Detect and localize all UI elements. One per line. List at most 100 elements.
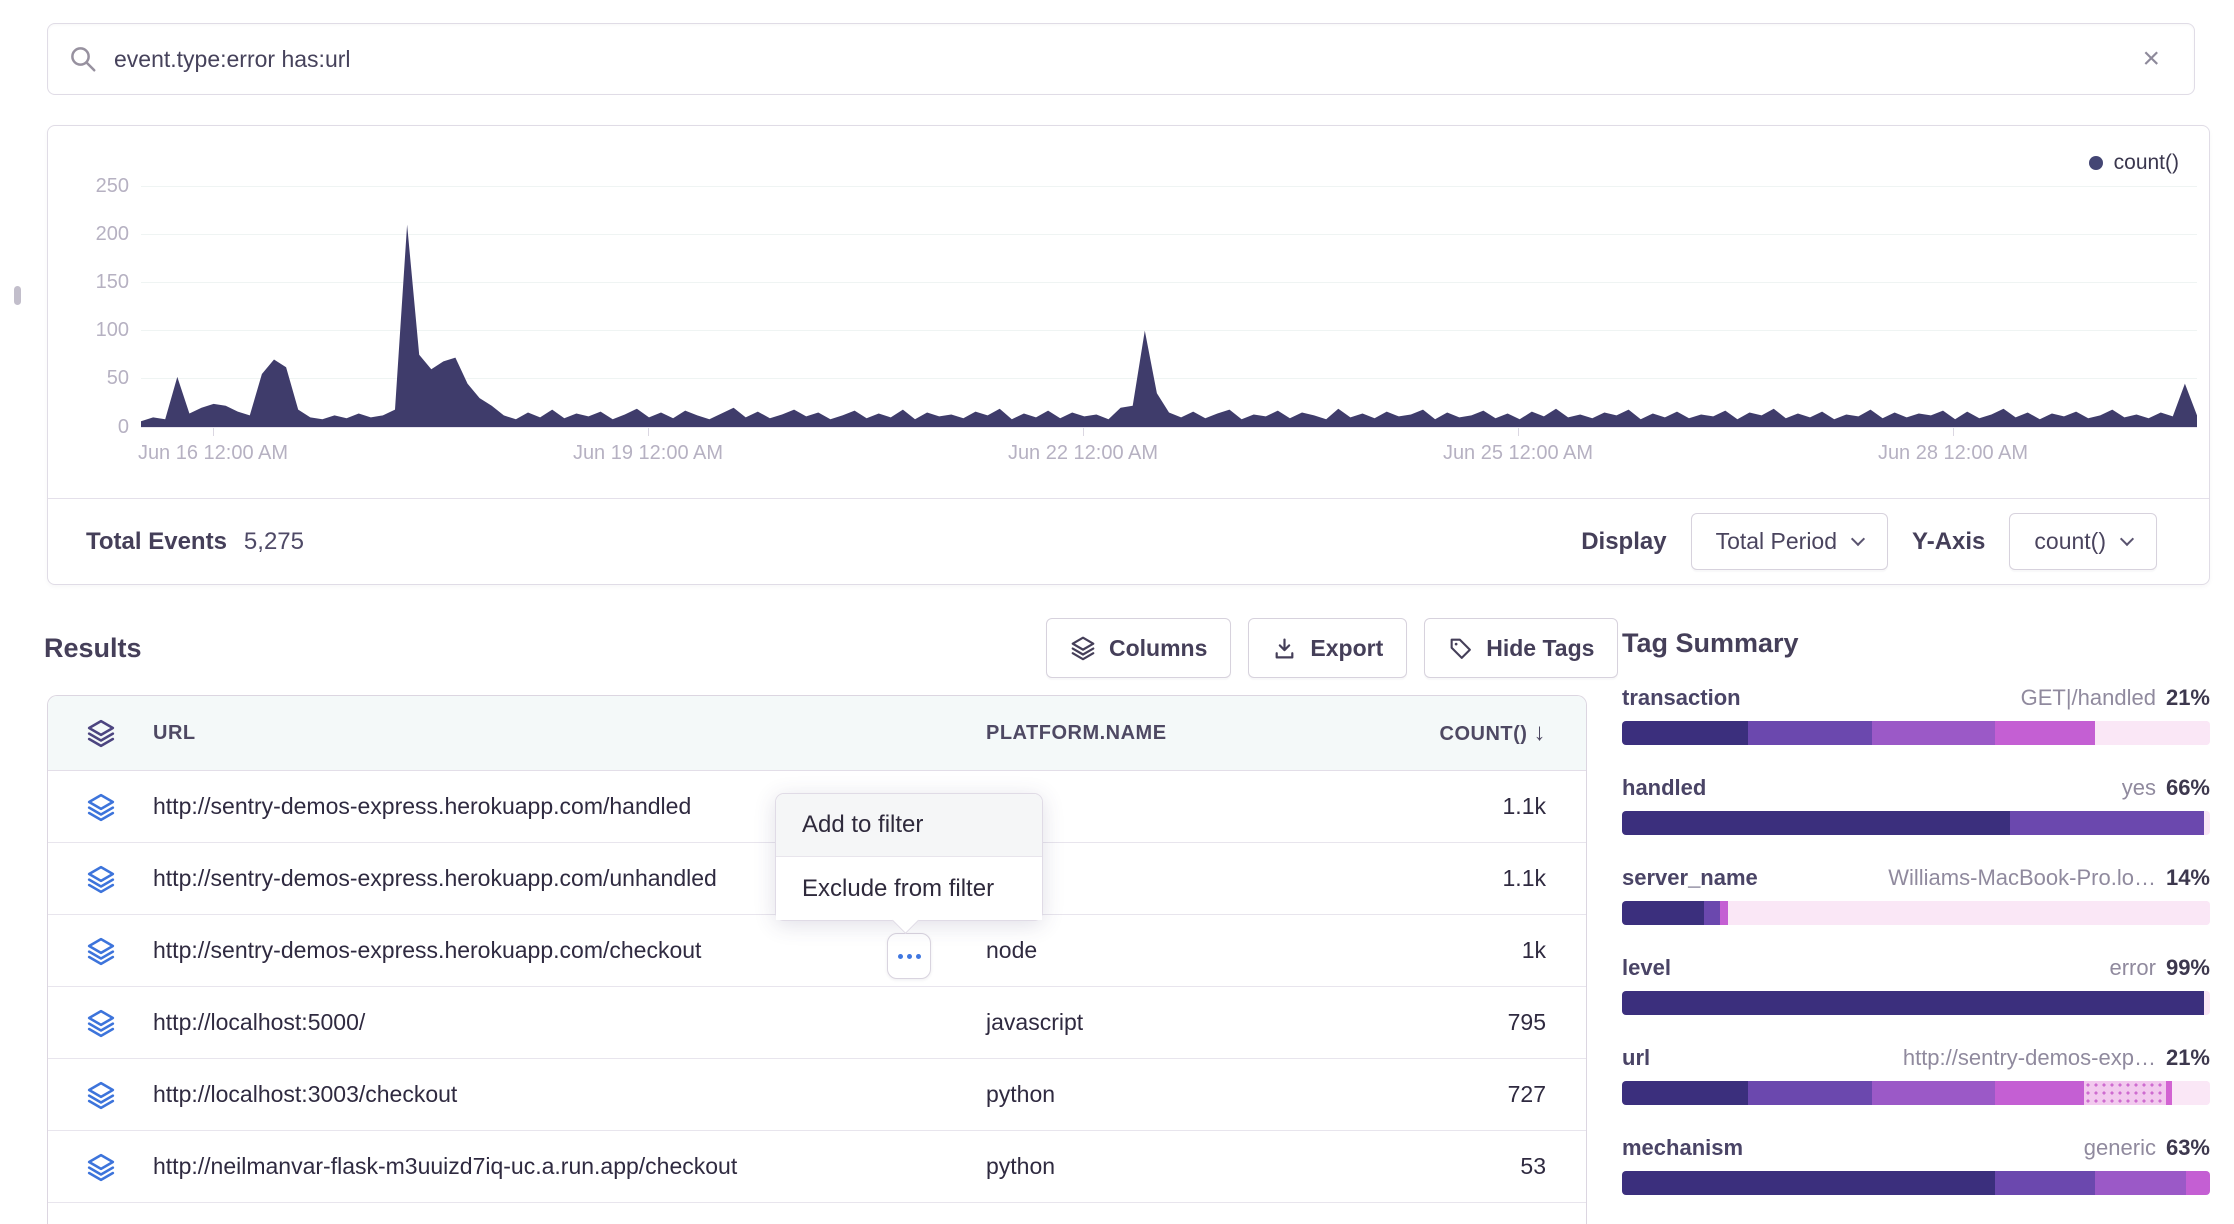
- columns-button[interactable]: Columns: [1046, 618, 1231, 678]
- tag-distribution-bar[interactable]: [1622, 1171, 2210, 1195]
- tag-bar-segment[interactable]: [1622, 811, 2010, 835]
- tag-bar-segment[interactable]: [1622, 721, 1748, 745]
- cell-context-menu: Add to filter Exclude from filter: [775, 793, 1043, 921]
- results-toolbar: Columns Export Hide Tags: [1046, 618, 1618, 678]
- tag-bar-segment[interactable]: [1622, 991, 2204, 1015]
- tag-bar-segment[interactable]: [1622, 901, 1704, 925]
- layers-icon[interactable]: [86, 718, 116, 748]
- tag-bar-segment[interactable]: [1748, 721, 1871, 745]
- tag-group-url: url http://sentry-demos-exp… 21%: [1622, 1045, 2210, 1105]
- tag-bar-segment[interactable]: [1748, 1081, 1871, 1105]
- column-header-url[interactable]: URL: [153, 722, 986, 745]
- x-tick: [648, 428, 649, 436]
- event-volume-chart[interactable]: [141, 186, 2197, 427]
- x-tick-label: Jun 19 12:00 AM: [528, 442, 768, 465]
- count-cell: 1.1k: [1366, 865, 1586, 892]
- tag-bar-segment[interactable]: [2095, 721, 2210, 745]
- x-tick: [1083, 428, 1084, 436]
- export-button-label: Export: [1310, 635, 1383, 662]
- tag-summary-title: Tag Summary: [1622, 628, 2210, 659]
- y-tick-label: 100: [58, 319, 129, 342]
- tag-bar-segment[interactable]: [2204, 811, 2210, 835]
- tag-percent: 14%: [2166, 865, 2210, 891]
- table-row: http://sentry-demos-express.herokuapp.co…: [48, 915, 1586, 987]
- search-bar: ×: [47, 23, 2195, 95]
- tag-bar-segment[interactable]: [1995, 721, 2095, 745]
- url-cell[interactable]: http://localhost:5000/: [153, 1009, 986, 1036]
- tag-top-value: Williams-MacBook-Pro.lo…: [1888, 865, 2156, 891]
- layers-icon[interactable]: [86, 1080, 116, 1110]
- x-axis-line: [141, 427, 2197, 428]
- layers-icon[interactable]: [86, 864, 116, 894]
- tag-distribution-bar[interactable]: [1622, 811, 2210, 835]
- tag-name: handled: [1622, 775, 1706, 801]
- layers-icon[interactable]: [86, 936, 116, 966]
- display-label: Display: [1581, 528, 1666, 556]
- tag-group-mechanism: mechanism generic 63%: [1622, 1135, 2210, 1195]
- tag-bar-segment[interactable]: [1622, 1171, 1995, 1195]
- export-button[interactable]: Export: [1248, 618, 1407, 678]
- layers-icon[interactable]: [86, 1152, 116, 1182]
- tag-bar-segment[interactable]: [2186, 1171, 2210, 1195]
- y-tick-label: 150: [58, 271, 129, 294]
- tag-name: transaction: [1622, 685, 1741, 711]
- event-volume-panel: count() 250 200 150 100 50 0 Jun 16 12:0…: [47, 125, 2210, 585]
- tag-bar-segment[interactable]: [1728, 901, 2210, 925]
- count-cell: 1.1k: [1366, 793, 1586, 820]
- x-tick-label: Jun 28 12:00 AM: [1833, 442, 2073, 465]
- tag-percent: 21%: [2166, 1045, 2210, 1071]
- menu-item-add-to-filter[interactable]: Add to filter: [776, 794, 1042, 857]
- cell-actions-button[interactable]: [887, 933, 931, 979]
- column-header-platform[interactable]: PLATFORM.NAME: [986, 722, 1366, 745]
- tag-bar-segment[interactable]: [1872, 721, 1995, 745]
- tag-bar-segment[interactable]: [2204, 991, 2210, 1015]
- ellipsis-dot: [916, 954, 921, 959]
- chevron-down-icon: [1851, 531, 1865, 545]
- count-cell: 727: [1366, 1081, 1586, 1108]
- yaxis-select[interactable]: count(): [2009, 513, 2157, 570]
- tag-distribution-bar[interactable]: [1622, 991, 2210, 1015]
- chart-legend[interactable]: count(): [2089, 151, 2179, 175]
- tag-distribution-bar[interactable]: [1622, 1081, 2210, 1105]
- clear-search-icon[interactable]: ×: [2134, 40, 2168, 78]
- tag-bar-segment[interactable]: [2010, 811, 2204, 835]
- tag-bar-segment[interactable]: [1872, 1081, 1995, 1105]
- tag-top-value: GET|/handled: [2021, 685, 2156, 711]
- chart-footer: Total Events 5,275 Display Total Period …: [48, 498, 2209, 584]
- display-select[interactable]: Total Period: [1691, 513, 1888, 570]
- tag-bar-segment[interactable]: [1995, 1081, 2083, 1105]
- count-cell: 1k: [1366, 937, 1586, 964]
- tag-bar-segment[interactable]: [1720, 901, 1728, 925]
- panel-drag-handle[interactable]: [14, 286, 21, 305]
- tag-percent: 63%: [2166, 1135, 2210, 1161]
- tag-bar-segment[interactable]: [1704, 901, 1719, 925]
- column-header-count[interactable]: COUNT() ↓: [1366, 719, 1586, 747]
- y-tick-label: 250: [58, 175, 129, 198]
- search-input[interactable]: [114, 46, 2134, 73]
- tag-distribution-bar[interactable]: [1622, 901, 2210, 925]
- count-header-label: COUNT(): [1440, 723, 1528, 745]
- tag-group-handled: handled yes 66%: [1622, 775, 2210, 835]
- tag-name: url: [1622, 1045, 1650, 1071]
- layers-icon[interactable]: [86, 1008, 116, 1038]
- tag-bar-segment[interactable]: [2172, 1081, 2210, 1105]
- tag-bar-segment[interactable]: [2095, 1171, 2186, 1195]
- platform-cell: javascript: [986, 1009, 1366, 1036]
- tag-bar-segment[interactable]: [1995, 1171, 2095, 1195]
- url-cell[interactable]: http://sentry-demos-express.herokuapp.co…: [153, 937, 986, 964]
- tag-icon: [1448, 636, 1473, 661]
- tag-group-level: level error 99%: [1622, 955, 2210, 1015]
- url-cell[interactable]: http://localhost:3003/checkout: [153, 1081, 986, 1108]
- tag-bar-segment[interactable]: [2084, 1081, 2166, 1105]
- layers-icon[interactable]: [86, 792, 116, 822]
- tag-bar-segment[interactable]: [1622, 1081, 1748, 1105]
- sort-desc-arrow-icon: ↓: [1534, 719, 1547, 746]
- url-cell[interactable]: http://neilmanvar-flask-m3uuizd7iq-uc.a.…: [153, 1153, 986, 1180]
- tag-distribution-bar[interactable]: [1622, 721, 2210, 745]
- display-selected-value: Total Period: [1716, 528, 1837, 555]
- chevron-down-icon: [2120, 531, 2134, 545]
- table-header-row: URL PLATFORM.NAME COUNT() ↓: [48, 696, 1586, 771]
- ellipsis-dot: [898, 954, 903, 959]
- hide-tags-button[interactable]: Hide Tags: [1424, 618, 1618, 678]
- discover-events-page: × count() 250 200 150 100 50 0 Jun 16 12…: [0, 0, 2234, 1224]
